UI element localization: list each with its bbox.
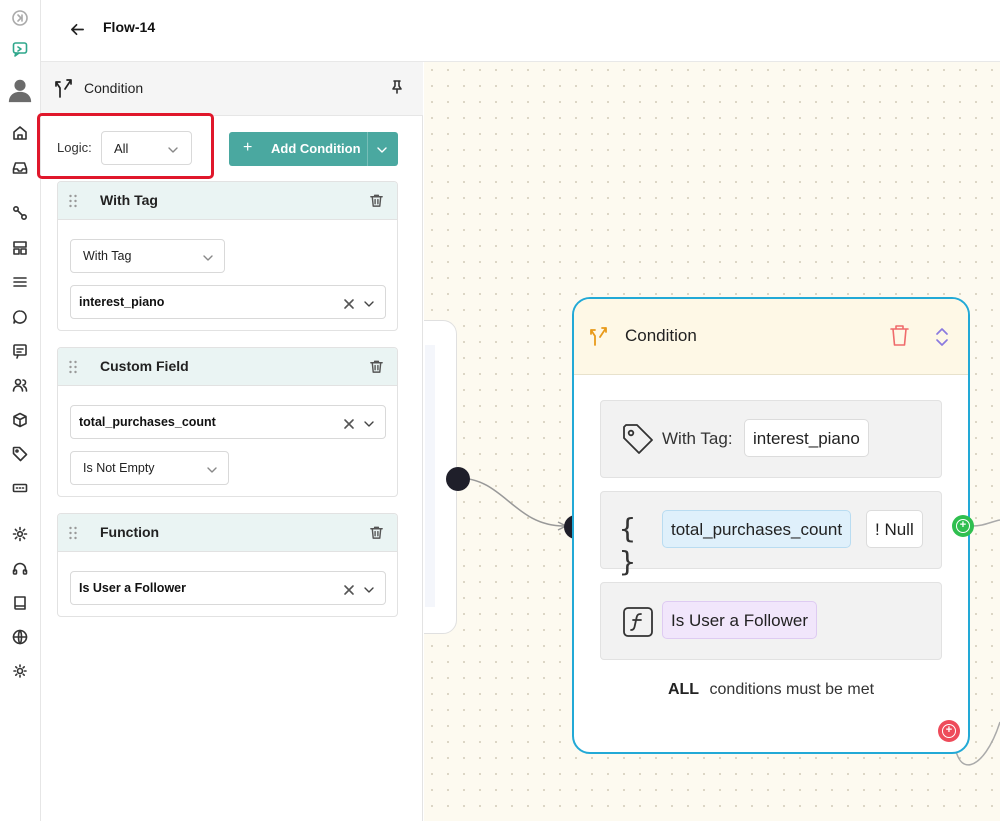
field-chip: total_purchases_count (662, 510, 852, 548)
top-bar: Flow-14 (41, 0, 1000, 62)
book-icon[interactable] (8, 591, 32, 615)
arrow-left-icon (70, 23, 84, 35)
back-button[interactable] (67, 19, 87, 39)
list-icon[interactable] (8, 270, 32, 294)
logic-select-value: All (114, 141, 129, 156)
theme-icon[interactable] (8, 659, 32, 683)
tag-select[interactable]: interest_piano (70, 285, 386, 319)
condition-card-function: Function Is User a Follower (57, 513, 398, 617)
plus-icon: + (956, 519, 970, 533)
settings-icon[interactable] (8, 522, 32, 546)
flow-canvas[interactable]: Condition With Tag: interest_piano { } t… (424, 62, 1000, 821)
output-handle[interactable] (446, 467, 470, 491)
contacts-icon[interactable] (8, 373, 32, 397)
operator-chip: ! Null (866, 510, 923, 548)
select-value: interest_piano (79, 295, 165, 309)
card-title: Custom Field (100, 358, 189, 374)
panel-header: Condition (41, 62, 423, 116)
condition-card-with-tag: With Tag With Tag interest_piano (57, 181, 398, 331)
custom-field-select[interactable]: total_purchases_count (70, 405, 386, 439)
node-condition-row-custom-field: { } total_purchases_count ! Null (600, 491, 942, 578)
row-label: With Tag: (662, 429, 733, 448)
home-icon[interactable] (8, 121, 32, 145)
plus-icon: + (243, 139, 253, 156)
chat-bubble-icon[interactable] (8, 305, 32, 329)
function-select[interactable]: Is User a Follower (70, 571, 386, 605)
clear-icon[interactable] (343, 583, 355, 595)
ticket-icon[interactable] (8, 476, 32, 500)
card-title: With Tag (100, 192, 158, 208)
collapse-icon[interactable] (8, 6, 32, 30)
flow-title: Flow-14 (103, 19, 156, 35)
trash-icon[interactable] (369, 525, 385, 541)
condition-node[interactable]: Condition With Tag: interest_piano { } t… (572, 297, 970, 754)
chevron-down-icon (363, 417, 375, 429)
plus-icon: + (942, 724, 956, 738)
chevron-down-icon (202, 251, 214, 263)
node-condition-row-function: Is User a Follower (600, 582, 942, 660)
clear-icon[interactable] (343, 297, 355, 309)
button-divider (367, 132, 368, 166)
chevron-down-icon (167, 143, 179, 155)
false-output-handle[interactable]: + (938, 720, 960, 742)
footer-text: conditions must be met (709, 681, 875, 698)
pin-button[interactable] (389, 79, 407, 97)
templates-icon[interactable] (8, 236, 32, 260)
footer-strong: ALL (667, 681, 700, 698)
drag-handle-icon[interactable] (68, 194, 78, 208)
card-title: Function (100, 524, 160, 540)
logic-select[interactable]: All (101, 131, 192, 165)
tag-icon[interactable] (8, 442, 32, 466)
condition-type-select[interactable]: With Tag (70, 239, 225, 273)
true-output-handle[interactable]: + (952, 515, 974, 537)
message-icon[interactable] (8, 339, 32, 363)
chat-bot-icon[interactable] (8, 37, 32, 61)
trash-icon[interactable] (369, 193, 385, 209)
add-condition-button[interactable]: + Add Condition (229, 132, 398, 166)
package-icon[interactable] (8, 408, 32, 432)
card-header: Custom Field (58, 348, 397, 386)
clear-icon[interactable] (343, 417, 355, 429)
drag-handle-icon[interactable] (68, 526, 78, 540)
operator-select[interactable]: Is Not Empty (70, 451, 229, 485)
globe-icon[interactable] (8, 625, 32, 649)
branch-icon (588, 324, 612, 348)
branch-icon (53, 76, 77, 100)
logic-label: Logic: (57, 140, 92, 155)
chevron-down-icon[interactable] (376, 143, 388, 155)
add-condition-label: Add Condition (271, 141, 361, 156)
card-header: Function (58, 514, 397, 552)
condition-panel: Condition Logic: All + Add Condition Wit… (37, 62, 423, 821)
function-icon (621, 605, 655, 639)
inbox-icon[interactable] (8, 156, 32, 180)
select-value: Is Not Empty (83, 461, 155, 475)
node-title: Condition (625, 326, 697, 345)
avatar[interactable] (6, 76, 34, 104)
node-header: Condition (574, 299, 968, 375)
trash-icon[interactable] (369, 359, 385, 375)
braces-icon: { } (619, 512, 640, 578)
chevron-down-icon (363, 583, 375, 595)
panel-title: Condition (84, 80, 144, 96)
condition-card-custom-field: Custom Field total_purchases_count Is No… (57, 347, 398, 497)
select-value: Is User a Follower (79, 581, 186, 595)
select-value: With Tag (83, 249, 132, 263)
node-condition-row-tag: With Tag: interest_piano (600, 400, 942, 478)
pin-icon (392, 80, 402, 94)
card-header: With Tag (58, 182, 397, 220)
chevron-down-icon (206, 463, 218, 475)
function-chip: Is User a Follower (662, 601, 817, 639)
flows-icon[interactable] (8, 201, 32, 225)
node-footer: ALL conditions must be met (574, 681, 968, 699)
chevron-down-icon (363, 297, 375, 309)
left-nav-rail (0, 0, 41, 821)
select-value: total_purchases_count (79, 415, 216, 429)
expand-collapse-icon[interactable] (934, 326, 950, 348)
trash-icon[interactable] (889, 324, 911, 348)
tag-icon (621, 423, 655, 457)
headset-icon[interactable] (8, 557, 32, 581)
tag-chip: interest_piano (744, 419, 869, 457)
drag-handle-icon[interactable] (68, 360, 78, 374)
